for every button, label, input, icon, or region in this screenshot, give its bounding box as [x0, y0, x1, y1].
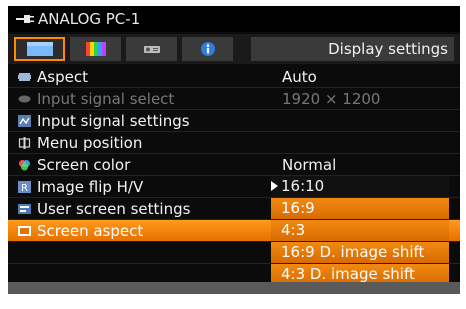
tab-display-settings[interactable] — [14, 37, 65, 61]
input-source-title: ANALOG PC-1 — [38, 10, 141, 28]
menu-item-label: Screen aspect — [37, 222, 144, 240]
option-label: 16:9 D. image shift — [281, 243, 425, 261]
current-selection-arrow-icon — [271, 181, 278, 191]
menu-position-icon — [18, 137, 31, 149]
input-signal-icon — [18, 95, 31, 103]
color-bars-icon — [85, 42, 106, 56]
osd-menu-window: ANALOG PC-1 Display settings Aspect Auto… — [8, 6, 460, 294]
tab-bar: Display settings — [8, 34, 460, 64]
menu-item-value: Normal — [282, 156, 337, 174]
user-screen-icon — [18, 204, 31, 214]
tab-title: Display settings — [251, 37, 454, 61]
menu-item-value: 1920 × 1200 — [282, 90, 381, 108]
tab-information[interactable] — [182, 37, 233, 61]
menu-item-input-signal-settings[interactable]: Input signal settings — [8, 110, 460, 132]
aspect-option-4-3[interactable]: 4:3 — [271, 220, 449, 241]
menu-item-screen-color[interactable]: Screen color Normal — [8, 154, 460, 176]
menu-item-label: Menu position — [37, 134, 143, 152]
tab-install-settings[interactable] — [126, 37, 177, 61]
aspect-option-16-9-image-shift[interactable]: 16:9 D. image shift — [271, 242, 449, 263]
bottom-bar — [8, 282, 460, 294]
menu-item-value: Auto — [282, 68, 317, 86]
option-label: 16:9 — [281, 199, 315, 217]
display-settings-icon — [26, 42, 53, 56]
menu-item-label: Screen color — [37, 156, 131, 174]
title-bar: ANALOG PC-1 — [8, 6, 460, 32]
plug-icon — [16, 15, 34, 23]
menu-item-label: User screen settings — [37, 200, 191, 218]
svg-text:R: R — [21, 183, 28, 193]
menu-item-label: Aspect — [37, 68, 88, 86]
menu-item-label: Input signal select — [37, 90, 175, 108]
aspect-option-16-10[interactable]: 16:10 — [271, 176, 449, 197]
menu-item-label: Input signal settings — [37, 112, 190, 130]
screen-aspect-icon — [18, 226, 31, 236]
screen-color-icon — [19, 160, 30, 171]
signal-settings-icon — [18, 115, 31, 127]
menu-item-label: Image flip H/V — [37, 178, 144, 196]
aspect-option-16-9[interactable]: 16:9 — [271, 198, 449, 219]
aspect-icon — [18, 73, 31, 81]
option-label: 16:10 — [281, 177, 325, 195]
menu-item-input-signal-select: Input signal select 1920 × 1200 — [8, 88, 460, 110]
tab-color-adjust[interactable] — [70, 37, 121, 61]
image-flip-icon: R — [18, 181, 31, 193]
projector-icon — [143, 46, 160, 53]
option-label: 4:3 D. image shift — [281, 265, 415, 283]
info-icon — [200, 42, 215, 56]
option-label: 4:3 — [281, 221, 306, 239]
menu-item-menu-position[interactable]: Menu position — [8, 132, 460, 154]
menu-item-aspect[interactable]: Aspect Auto — [8, 66, 460, 88]
